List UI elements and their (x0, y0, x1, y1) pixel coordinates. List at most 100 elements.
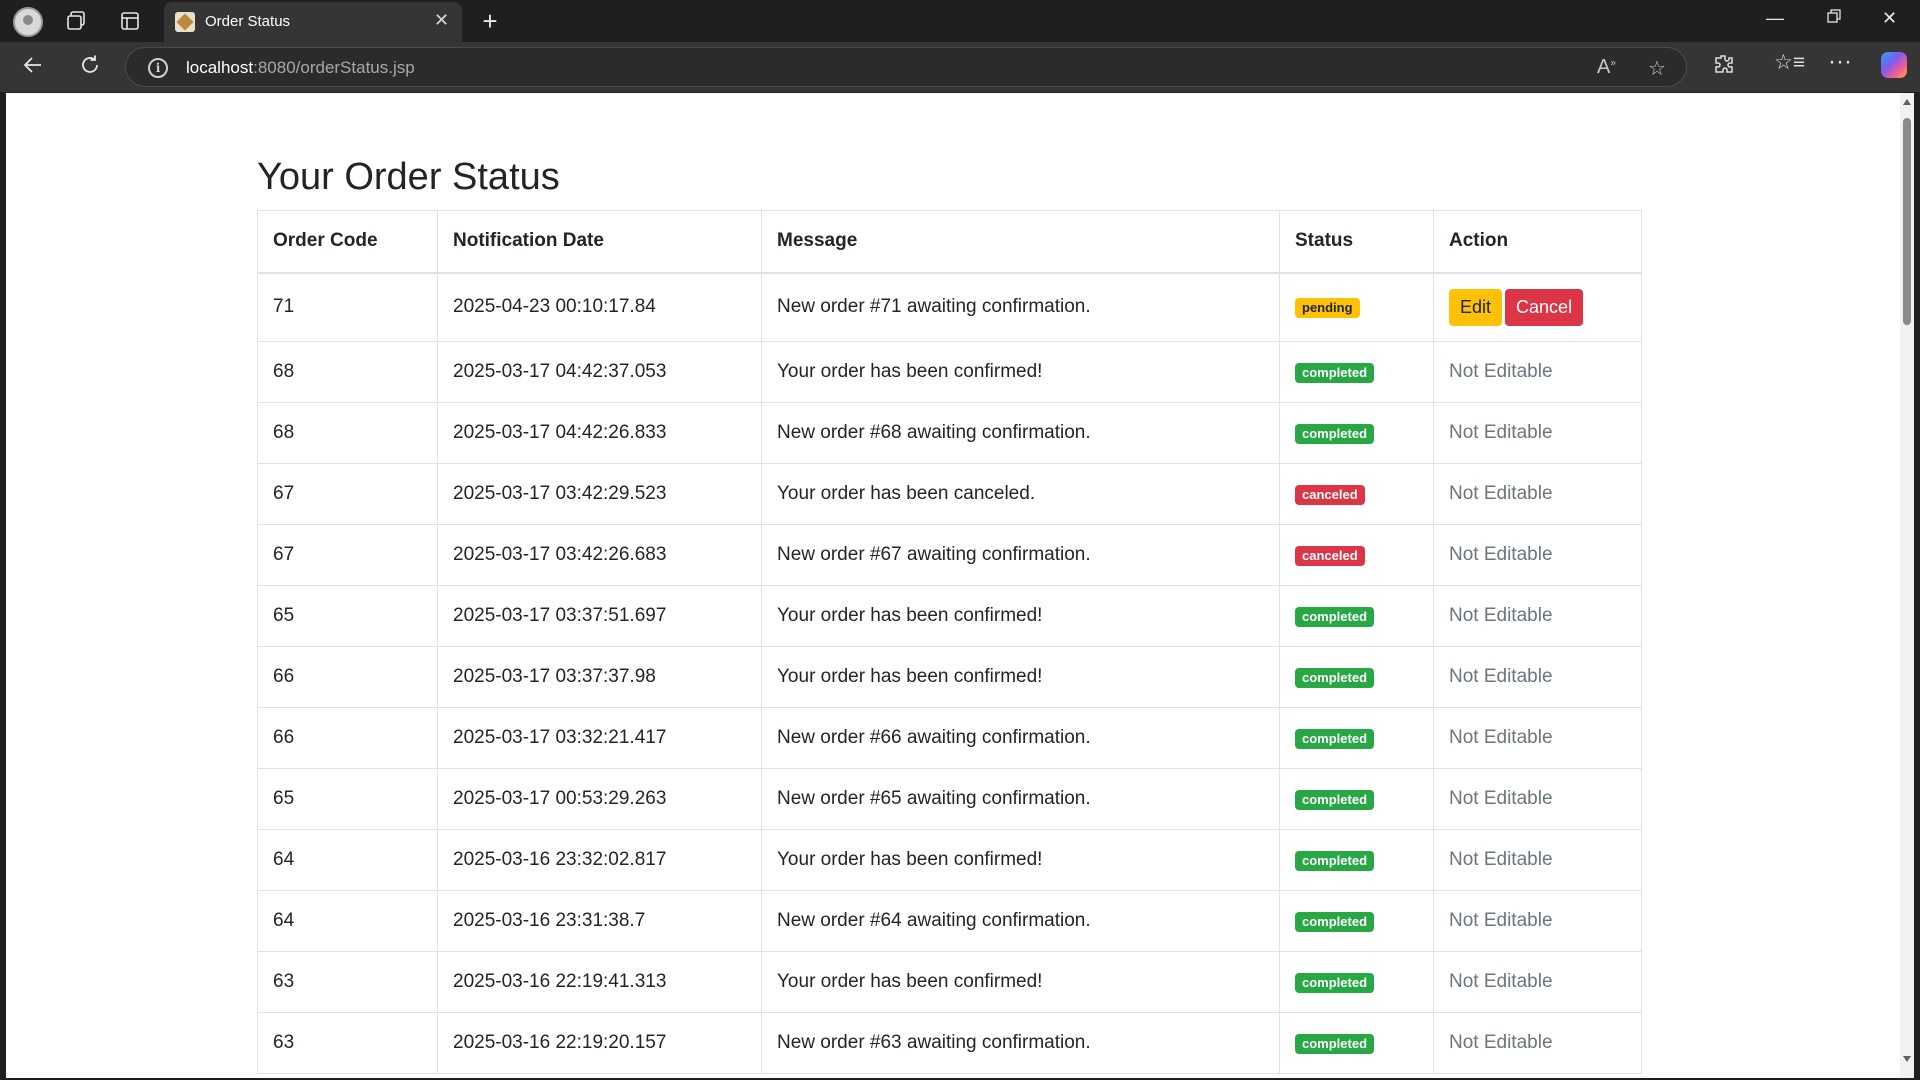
order-code-cell: 66 (257, 646, 438, 708)
action-cell: Not Editable (1433, 402, 1642, 464)
browser-toolbar: i localhost:8080/orderStatus.jsp A» ☆ ☆≡… (0, 42, 1920, 92)
table-row: 66 2025-03-17 03:37:37.98 Your order has… (257, 646, 1642, 708)
action-cell: Not Editable (1433, 341, 1642, 403)
status-badge: completed (1295, 851, 1375, 871)
order-code-cell: 68 (257, 402, 438, 464)
action-cell: Not Editable (1433, 890, 1642, 952)
table-row: 71 2025-04-23 00:10:17.84 New order #71 … (257, 272, 1642, 342)
status-badge: completed (1295, 790, 1375, 810)
status-cell: completed (1279, 1012, 1434, 1074)
status-badge: completed (1295, 668, 1375, 688)
scroll-down-arrow-icon[interactable] (1903, 1056, 1911, 1062)
header-status: Status (1279, 210, 1434, 273)
message-cell: Your order has been confirmed! (761, 646, 1280, 708)
status-cell: completed (1279, 829, 1434, 891)
header-action: Action (1433, 210, 1642, 273)
action-cell: Not Editable (1433, 463, 1642, 525)
action-cell: Not Editable (1433, 524, 1642, 586)
status-badge: pending (1295, 298, 1360, 319)
table-row: 64 2025-03-16 23:31:38.7 New order #64 a… (257, 890, 1642, 952)
favorites-icon[interactable]: ☆≡ (1774, 50, 1805, 75)
site-favicon-icon (175, 12, 195, 32)
close-window-icon[interactable]: ✕ (1882, 8, 1897, 29)
message-cell: New order #64 awaiting confirmation. (761, 890, 1280, 952)
table-row: 68 2025-03-17 04:42:37.053 Your order ha… (257, 341, 1642, 403)
page-scrollbar[interactable] (1900, 93, 1914, 1078)
favorite-star-icon[interactable]: ☆ (1648, 56, 1666, 81)
message-cell: Your order has been confirmed! (761, 341, 1280, 403)
action-cell: Not Editable (1433, 585, 1642, 647)
message-cell: New order #63 awaiting confirmation. (761, 1012, 1280, 1074)
message-cell: Your order has been confirmed! (761, 951, 1280, 1013)
scrollbar-thumb[interactable] (1903, 118, 1911, 325)
new-tab-plus-icon[interactable]: + (476, 6, 504, 36)
header-message: Message (761, 210, 1280, 273)
status-cell: canceled (1279, 524, 1434, 586)
order-status-table: Order Code Notification Date Message Sta… (257, 210, 1642, 1074)
url-host: localhost (186, 58, 254, 77)
message-cell: Your order has been confirmed! (761, 585, 1280, 647)
notification-date-cell: 2025-03-17 03:32:21.417 (437, 707, 762, 769)
action-cell: Not Editable (1433, 951, 1642, 1013)
workspaces-icon[interactable] (62, 7, 90, 35)
status-badge: completed (1295, 363, 1375, 383)
status-badge: canceled (1295, 485, 1365, 505)
status-badge: canceled (1295, 546, 1365, 566)
message-cell: New order #67 awaiting confirmation. (761, 524, 1280, 586)
back-arrow-icon[interactable] (22, 54, 44, 82)
message-cell: New order #66 awaiting confirmation. (761, 707, 1280, 769)
extensions-icon[interactable] (1713, 53, 1735, 81)
message-cell: Your order has been canceled. (761, 463, 1280, 525)
notification-date-cell: 2025-04-23 00:10:17.84 (437, 272, 762, 342)
notification-date-cell: 2025-03-16 23:31:38.7 (437, 890, 762, 952)
tab-order-status[interactable]: Order Status ✕ (164, 2, 462, 42)
order-code-cell: 66 (257, 707, 438, 769)
table-row: 63 2025-03-16 22:19:41.313 Your order ha… (257, 951, 1642, 1013)
order-code-cell: 67 (257, 463, 438, 525)
edit-button[interactable]: Edit (1449, 288, 1503, 326)
notification-date-cell: 2025-03-17 03:37:51.697 (437, 585, 762, 647)
site-info-icon[interactable]: i (148, 58, 168, 78)
status-cell: completed (1279, 402, 1434, 464)
address-bar[interactable]: i localhost:8080/orderStatus.jsp A» ☆ (125, 47, 1687, 87)
restore-icon[interactable] (1826, 8, 1842, 29)
page-title: Your Order Status (257, 156, 560, 198)
scroll-up-arrow-icon[interactable] (1903, 99, 1911, 105)
table-header-row: Order Code Notification Date Message Sta… (257, 210, 1642, 273)
table-row: 63 2025-03-16 22:19:20.157 New order #63… (257, 1012, 1642, 1074)
order-code-cell: 64 (257, 829, 438, 891)
table-row: 64 2025-03-16 23:32:02.817 Your order ha… (257, 829, 1642, 891)
header-notification-date: Notification Date (437, 210, 762, 273)
order-code-cell: 65 (257, 585, 438, 647)
status-cell: canceled (1279, 463, 1434, 525)
more-options-icon[interactable]: ··· (1828, 48, 1852, 76)
tab-title: Order Status (205, 13, 291, 30)
copilot-icon[interactable] (1881, 52, 1907, 78)
notification-date-cell: 2025-03-17 03:42:29.523 (437, 463, 762, 525)
vertical-tabs-icon[interactable] (116, 7, 144, 35)
status-cell: completed (1279, 951, 1434, 1013)
minimize-icon[interactable]: — (1766, 8, 1784, 29)
browser-title-bar: Order Status ✕ + — ✕ (0, 0, 1920, 42)
status-badge: completed (1295, 912, 1375, 932)
status-cell: completed (1279, 585, 1434, 647)
refresh-icon[interactable] (79, 54, 101, 82)
status-badge: completed (1295, 1034, 1375, 1054)
cancel-order-button[interactable]: Cancel (1505, 288, 1584, 326)
url-text[interactable]: localhost:8080/orderStatus.jsp (186, 58, 415, 78)
notification-date-cell: 2025-03-16 23:32:02.817 (437, 829, 762, 891)
profile-avatar-icon[interactable] (13, 7, 43, 37)
order-code-cell: 71 (257, 272, 438, 342)
status-cell: completed (1279, 890, 1434, 952)
message-cell: Your order has been confirmed! (761, 829, 1280, 891)
close-tab-icon[interactable]: ✕ (434, 10, 449, 31)
table-row: 65 2025-03-17 03:37:51.697 Your order ha… (257, 585, 1642, 647)
action-cell: Not Editable (1433, 1012, 1642, 1074)
status-badge: completed (1295, 424, 1375, 444)
table-row: 66 2025-03-17 03:32:21.417 New order #66… (257, 707, 1642, 769)
action-cell: Not Editable (1433, 768, 1642, 830)
action-cell: Not Editable (1433, 829, 1642, 891)
status-cell: completed (1279, 646, 1434, 708)
read-aloud-icon[interactable]: A» (1597, 56, 1616, 79)
order-code-cell: 67 (257, 524, 438, 586)
